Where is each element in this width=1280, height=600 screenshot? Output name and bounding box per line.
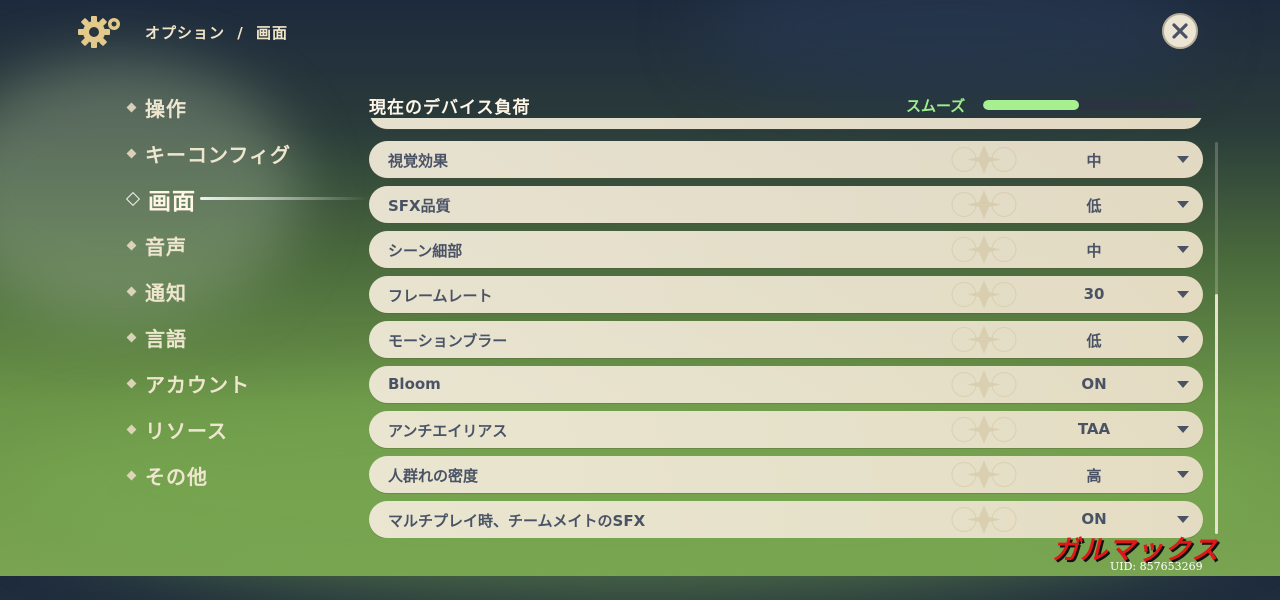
dropdown-caret-icon[interactable] [1177, 381, 1189, 388]
setting-value: TAA [1077, 420, 1111, 438]
sidebar-item-graphics[interactable]: 画面 [120, 176, 370, 222]
star-ornament-icon [951, 190, 1017, 219]
star-ornament-icon [951, 505, 1017, 534]
device-load-bar [983, 100, 1196, 110]
setting-label: マルチプレイ時、チームメイトのSFX [388, 512, 646, 530]
setting-label: フレームレート [388, 287, 493, 305]
setting-value: 低 [1086, 332, 1102, 350]
sidebar-item-audio[interactable]: 音声 [120, 222, 350, 268]
setting-row-motion-blur[interactable]: モーションブラー 低 [369, 321, 1203, 358]
setting-value: 高 [1086, 467, 1102, 485]
close-icon [1172, 23, 1188, 39]
sidebar-item-controls[interactable]: 操作 [120, 84, 350, 130]
diamond-bullet-icon [126, 286, 137, 296]
device-load-title: 現在のデバイス負荷 [369, 98, 531, 118]
sidebar-item-key-config[interactable]: キーコンフィグ [120, 130, 350, 176]
breadcrumb-current: 画面 [255, 24, 288, 42]
setting-label: 視覚効果 [388, 152, 449, 170]
settings-list[interactable]: 視覚効果 中 SFX品質 低 シーン細部 中 フレームレート 30 モーションブ… [369, 118, 1203, 538]
sidebar-item-label: キーコンフィグ [145, 142, 291, 167]
setting-label: 人群れの密度 [388, 467, 479, 485]
sidebar-item-label: 言語 [145, 326, 187, 351]
device-load-bar-fill [983, 100, 1079, 110]
sidebar-item-label: リソース [145, 418, 228, 443]
star-ornament-icon [951, 370, 1017, 399]
diamond-bullet-icon [125, 191, 141, 207]
dropdown-caret-icon[interactable] [1177, 246, 1189, 253]
scrollbar-thumb[interactable] [1215, 294, 1218, 534]
settings-row-partial [369, 118, 1203, 129]
diamond-bullet-icon [126, 240, 137, 250]
setting-row-sfx-quality[interactable]: SFX品質 低 [369, 186, 1203, 223]
setting-label: Bloom [388, 375, 441, 393]
setting-value: 低 [1086, 197, 1102, 215]
diamond-bullet-icon [126, 470, 137, 480]
setting-row-visual-effects[interactable]: 視覚効果 中 [369, 141, 1203, 178]
sidebar-item-label: 画面 [148, 189, 196, 215]
gear-icon [76, 12, 124, 52]
star-ornament-icon [951, 415, 1017, 444]
device-load-status: スムーズ [906, 97, 966, 115]
breadcrumb-parent[interactable]: オプション [145, 24, 225, 42]
setting-row-frame-rate[interactable]: フレームレート 30 [369, 276, 1203, 313]
close-button[interactable] [1162, 13, 1198, 49]
breadcrumb: オプション / 画面 [145, 22, 294, 43]
setting-value: ON [1081, 375, 1107, 393]
setting-label: アンチエイリアス [388, 422, 508, 440]
setting-row-bloom[interactable]: Bloom ON [369, 366, 1203, 403]
star-ornament-icon [951, 325, 1017, 354]
sidebar: 操作 キーコンフィグ 画面 音声 通知 言語 アカウント リソース その他 [120, 84, 370, 498]
sidebar-item-notifications[interactable]: 通知 [120, 268, 350, 314]
scrollbar[interactable] [1215, 142, 1218, 534]
diamond-bullet-icon [126, 424, 137, 434]
sidebar-item-account[interactable]: アカウント [120, 360, 350, 406]
setting-value: 中 [1086, 242, 1102, 260]
sidebar-item-label: その他 [145, 464, 208, 489]
sidebar-item-resources[interactable]: リソース [120, 406, 350, 452]
top-bar: オプション / 画面 [0, 0, 1280, 62]
setting-row-scene-detail[interactable]: シーン細部 中 [369, 231, 1203, 268]
sidebar-item-language[interactable]: 言語 [120, 314, 350, 360]
active-indicator [200, 197, 370, 200]
setting-label: モーションブラー [388, 332, 508, 350]
sidebar-item-label: 通知 [145, 280, 187, 305]
sidebar-item-label: 操作 [145, 96, 187, 121]
sidebar-item-other[interactable]: その他 [120, 452, 350, 498]
dropdown-caret-icon[interactable] [1177, 516, 1189, 523]
dropdown-caret-icon[interactable] [1177, 471, 1189, 478]
diamond-bullet-icon [126, 148, 137, 158]
dropdown-caret-icon[interactable] [1177, 156, 1189, 163]
uid-label: UID: 857653269 [1110, 560, 1203, 573]
star-ornament-icon [951, 145, 1017, 174]
setting-value: 30 [1083, 285, 1105, 303]
dropdown-caret-icon[interactable] [1177, 336, 1189, 343]
sidebar-item-label: アカウント [145, 372, 250, 397]
diamond-bullet-icon [126, 378, 137, 388]
breadcrumb-separator: / [237, 24, 244, 42]
setting-label: SFX品質 [388, 197, 451, 215]
diamond-bullet-icon [126, 102, 137, 112]
setting-value: 中 [1086, 152, 1102, 170]
setting-value: ON [1081, 510, 1107, 528]
setting-row-crowd-density[interactable]: 人群れの密度 高 [369, 456, 1203, 493]
dropdown-caret-icon[interactable] [1177, 291, 1189, 298]
star-ornament-icon [951, 235, 1017, 264]
dropdown-caret-icon[interactable] [1177, 426, 1189, 433]
sidebar-item-label: 音声 [145, 234, 187, 259]
diamond-bullet-icon [126, 332, 137, 342]
dropdown-caret-icon[interactable] [1177, 201, 1189, 208]
setting-row-anti-aliasing[interactable]: アンチエイリアス TAA [369, 411, 1203, 448]
setting-label: シーン細部 [388, 242, 463, 260]
star-ornament-icon [951, 280, 1017, 309]
star-ornament-icon [951, 460, 1017, 489]
